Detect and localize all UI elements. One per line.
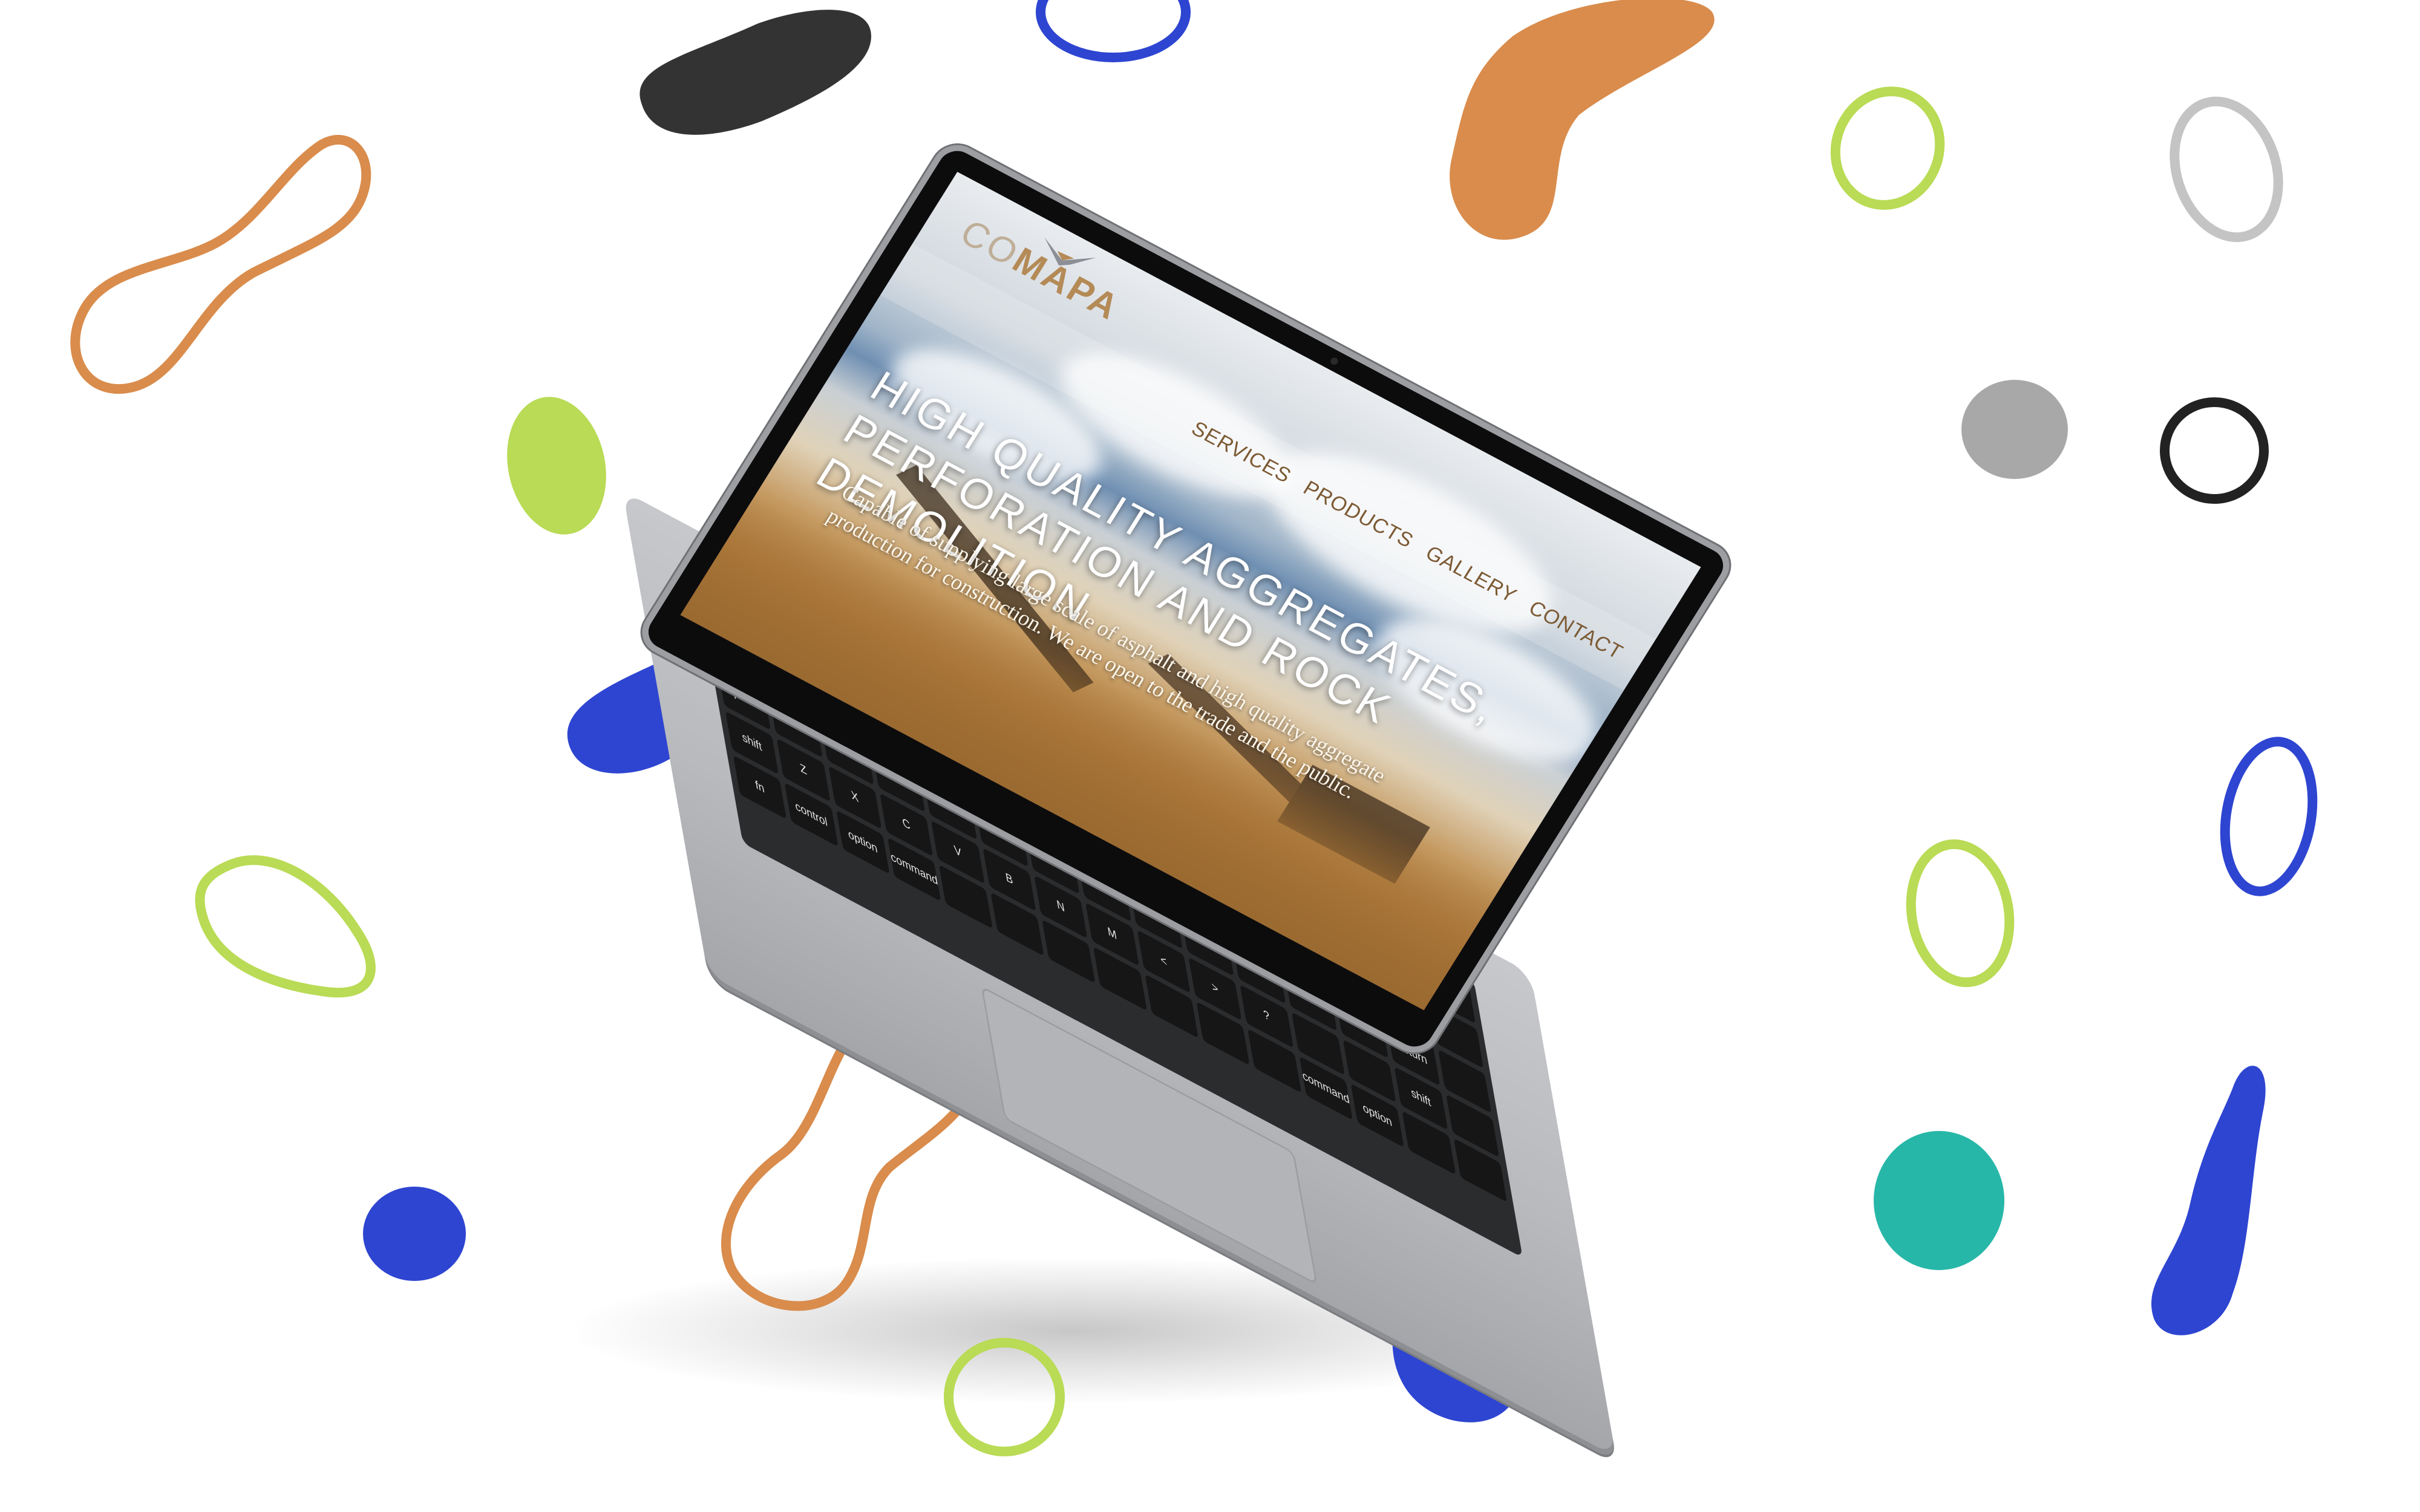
blob-dark xyxy=(639,10,871,135)
blob-teal xyxy=(1874,1131,2004,1270)
keyboard-key[interactable] xyxy=(1042,919,1096,984)
keyboard-key[interactable] xyxy=(1402,1110,1456,1175)
keyboard-key[interactable]: control xyxy=(784,783,839,847)
blob-orange-filled xyxy=(1450,0,1715,240)
blob-blue-3 xyxy=(2151,1066,2266,1335)
laptop: esc!@#$%^&*()_+deletetabQWERTYUIOP{}|cap… xyxy=(623,137,1754,1457)
blob-green-outline-3 xyxy=(195,855,376,998)
blob-dark-outline xyxy=(2160,397,2269,504)
blob-green-filled xyxy=(507,397,606,535)
blob-green-outline-4 xyxy=(944,1338,1065,1456)
keyboard-key[interactable] xyxy=(939,864,993,929)
blob-green-outline-2 xyxy=(1906,839,2015,988)
keyboard-key[interactable] xyxy=(1196,1001,1250,1066)
blob-orange-outline-1 xyxy=(70,135,371,394)
keyboard-key[interactable]: option xyxy=(836,810,890,875)
keyboard-key[interactable]: command xyxy=(887,837,941,902)
blob-gray-2 xyxy=(1961,380,2068,479)
blob-green-outline-1 xyxy=(1830,86,1945,210)
blob-blue-outline-top xyxy=(1036,0,1191,62)
keyboard-key[interactable]: command xyxy=(1299,1056,1353,1121)
keyboard-key[interactable] xyxy=(1248,1029,1301,1093)
keyboard-key[interactable] xyxy=(1093,947,1147,1011)
keyboard-key[interactable] xyxy=(1453,1138,1508,1203)
camera xyxy=(1329,356,1339,367)
keyboard-key[interactable] xyxy=(990,891,1044,957)
blob-blue-2 xyxy=(363,1187,466,1281)
keyboard-key[interactable]: option xyxy=(1350,1083,1405,1148)
mockup-scene: esc!@#$%^&*()_+deletetabQWERTYUIOP{}|cap… xyxy=(0,0,2420,1512)
blob-blue-outline-right xyxy=(2220,737,2318,896)
keyboard-key[interactable] xyxy=(1145,974,1199,1038)
keyboard-key[interactable]: fn xyxy=(733,755,787,820)
blob-gray-outline xyxy=(2170,96,2283,243)
